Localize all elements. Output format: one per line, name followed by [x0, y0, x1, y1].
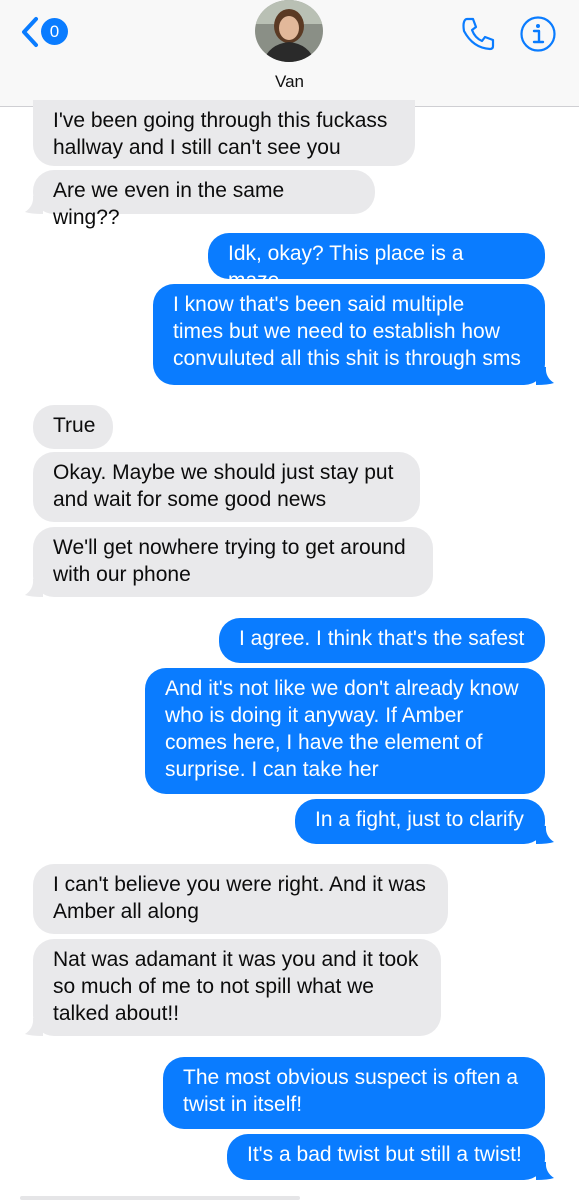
- chevron-left-icon: [22, 17, 38, 47]
- message-bubble-incoming[interactable]: We'll get nowhere trying to get around w…: [33, 527, 433, 597]
- call-button[interactable]: [458, 14, 498, 54]
- bubble-tail: [536, 826, 554, 844]
- message-bubble-incoming[interactable]: Okay. Maybe we should just stay put and …: [33, 452, 420, 522]
- message-bubble-incoming[interactable]: True: [33, 405, 113, 449]
- input-bar-edge: [20, 1196, 300, 1200]
- bubble-tail: [536, 1162, 554, 1180]
- message-bubble-outgoing[interactable]: Idk, okay? This place is a maze.: [208, 233, 545, 292]
- message-bubble-incoming[interactable]: I can't believe you were right. And it w…: [33, 864, 448, 934]
- message-bubble-outgoing[interactable]: In a fight, just to clarify: [295, 799, 545, 844]
- conversation-header: 0 Van: [0, 0, 579, 107]
- bubble-tail: [25, 196, 43, 214]
- bubble-tail: [25, 579, 43, 597]
- message-bubble-outgoing[interactable]: And it's not like we don't already know …: [145, 668, 545, 794]
- back-button[interactable]: 0: [20, 14, 76, 50]
- message-bubble-incoming[interactable]: Are we even in the same wing??: [33, 170, 375, 229]
- message-bubble-incoming[interactable]: Nat was adamant it was you and it took s…: [33, 939, 441, 1036]
- bubble-tail: [536, 367, 554, 385]
- avatar-photo: [255, 0, 323, 62]
- unread-count-badge: 0: [41, 18, 68, 45]
- contact-avatar[interactable]: [255, 0, 323, 62]
- message-bubble-outgoing[interactable]: It's a bad twist but still a twist!: [227, 1134, 545, 1180]
- message-bubble-outgoing[interactable]: The most obvious suspect is often a twis…: [163, 1057, 545, 1129]
- contact-name[interactable]: Van: [0, 72, 579, 92]
- message-bubble-outgoing[interactable]: I know that's been said multiple times b…: [153, 284, 545, 385]
- message-bubble-incoming[interactable]: I've been going through this fuckass hal…: [33, 100, 415, 166]
- info-icon: [520, 16, 556, 52]
- message-bubble-outgoing[interactable]: I agree. I think that's the safest: [219, 618, 545, 663]
- phone-icon: [462, 17, 495, 51]
- info-button[interactable]: [518, 14, 558, 54]
- bubble-tail: [25, 1018, 43, 1036]
